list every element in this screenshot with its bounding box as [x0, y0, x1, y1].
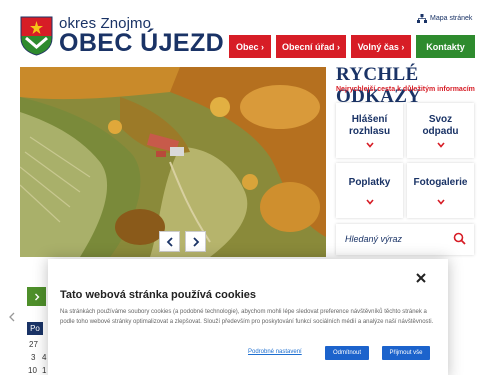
search-field[interactable]: Hledaný výraz: [336, 224, 474, 255]
sitemap-label: Mapa stránek: [430, 15, 473, 22]
chevron-left-icon[interactable]: [5, 311, 19, 323]
quick-links-subtitle: Nejrychlejší cesta k důležitým informací…: [336, 86, 475, 93]
nav-volny-cas[interactable]: Volný čas ›: [351, 35, 411, 58]
coat-of-arms-logo[interactable]: [20, 16, 53, 56]
tile-label: odpadu: [422, 125, 459, 137]
hero-aerial-photo: [20, 67, 326, 257]
nav-kontakty[interactable]: Kontakty: [416, 35, 475, 58]
chevron-left-icon: [166, 236, 173, 247]
chevron-right-icon: [34, 293, 39, 300]
nav-obecni-urad[interactable]: Obecní úřad ›: [276, 35, 346, 58]
chevron-down-icon: [436, 198, 445, 205]
tile-fotogalerie[interactable]: Fotogalerie: [407, 163, 474, 218]
calendar-day[interactable]: 3: [31, 353, 35, 362]
tile-label: rozhlasu: [348, 125, 391, 137]
cookie-settings-link[interactable]: Podrobné nastavení: [248, 349, 302, 355]
sitemap-icon: [417, 14, 427, 23]
cookie-title: Tato webová stránka používá cookies: [60, 289, 257, 301]
hero-next-button[interactable]: [185, 231, 206, 252]
cookie-text: Na stránkách používáme soubory cookies (…: [60, 309, 434, 325]
tile-label: Hlášení: [351, 113, 388, 125]
calendar-day[interactable]: 4: [42, 353, 46, 362]
hero-prev-button[interactable]: [159, 231, 180, 252]
tile-hlaseni-rozhlasu[interactable]: Hlášení rozhlasu: [336, 103, 403, 158]
chevron-right-icon: [192, 236, 199, 247]
cookie-dialog: Tato webová stránka používá cookies Na s…: [48, 259, 448, 375]
chevron-down-icon: [365, 198, 374, 205]
calendar-next-button[interactable]: [27, 287, 46, 306]
tile-svoz-odpadu[interactable]: Svoz odpadu: [407, 103, 474, 158]
hero-slider: [20, 67, 326, 257]
page: okres Znojmo OBEC ÚJEZD Mapa stránek Obe…: [0, 0, 500, 375]
sitemap-link[interactable]: Mapa stránek: [417, 14, 472, 23]
nav-obec[interactable]: Obec ›: [229, 35, 271, 58]
calendar-day[interactable]: 10: [28, 366, 37, 375]
header: okres Znojmo OBEC ÚJEZD Mapa stránek Obe…: [0, 0, 500, 62]
chevron-down-icon: [436, 141, 445, 148]
calendar-day[interactable]: 27: [29, 340, 38, 349]
close-icon[interactable]: [414, 271, 428, 285]
search-input[interactable]: Hledaný výraz: [345, 234, 402, 244]
calendar-day[interactable]: 1: [42, 366, 46, 375]
tile-label: Fotogalerie: [413, 176, 468, 188]
tile-poplatky[interactable]: Poplatky: [336, 163, 403, 218]
village-title[interactable]: OBEC ÚJEZD: [59, 29, 224, 58]
tile-label: Svoz: [428, 113, 453, 125]
search-icon[interactable]: [453, 232, 466, 245]
chevron-down-icon: [365, 141, 374, 148]
tile-label: Poplatky: [348, 176, 391, 188]
calendar-day-header: Po: [27, 322, 43, 335]
reject-cookies-button[interactable]: Odmítnout: [325, 346, 369, 360]
accept-cookies-button[interactable]: Přijmout vše: [382, 346, 430, 360]
